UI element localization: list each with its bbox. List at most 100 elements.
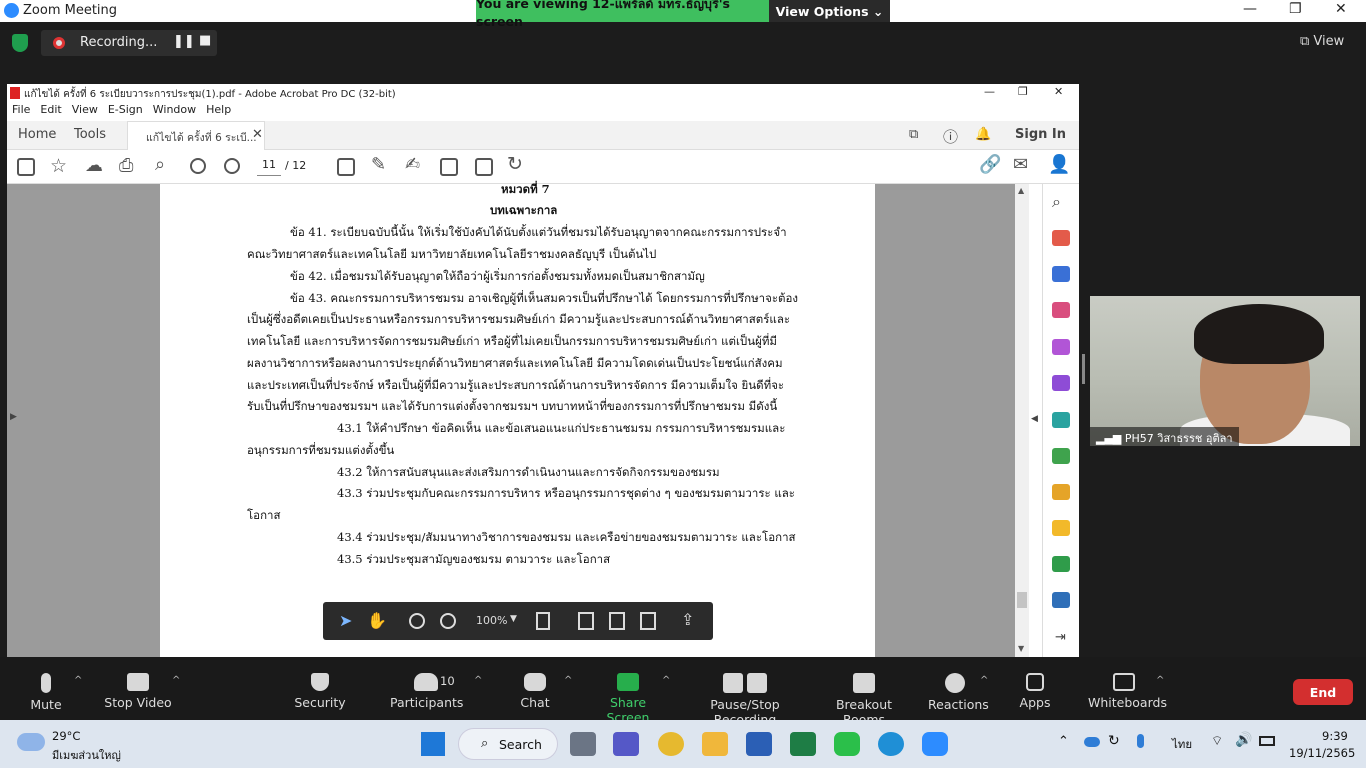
sign-in-button[interactable]: Sign In — [1015, 127, 1066, 142]
line-icon[interactable] — [834, 732, 860, 756]
security-button[interactable]: Security — [292, 667, 348, 710]
acrobat-close-icon[interactable]: ✕ — [1054, 85, 1063, 98]
video-options-caret-icon[interactable]: ^ — [172, 675, 180, 686]
sync-icon[interactable]: ↻ — [1108, 733, 1120, 749]
end-meeting-button[interactable]: End — [1293, 679, 1353, 705]
view-options-button[interactable]: View Options ⌄ — [769, 0, 890, 22]
chrome-icon[interactable] — [658, 732, 684, 756]
video-resize-handle[interactable] — [1082, 354, 1085, 384]
link-icon[interactable]: 🔗 — [979, 154, 1001, 175]
select-arrow-icon[interactable]: ➤ — [339, 611, 352, 630]
share-screen-icon[interactable]: ⧉ — [909, 127, 918, 142]
menu-help[interactable]: Help — [206, 103, 231, 121]
share-upload-icon[interactable]: ⇪ — [681, 610, 694, 629]
zoom-in-icon[interactable] — [440, 613, 456, 629]
menu-esign[interactable]: E-Sign — [108, 103, 143, 121]
volume-icon[interactable]: 🔊 — [1235, 732, 1252, 748]
tray-overflow-icon[interactable]: ⌃ — [1058, 734, 1069, 749]
delete-icon[interactable] — [475, 158, 493, 176]
edit-pdf-tool-icon[interactable] — [1052, 339, 1070, 355]
zoom-out-icon[interactable] — [409, 613, 425, 629]
vertical-scrollbar[interactable]: ▲ ▼ — [1015, 184, 1029, 657]
print-icon[interactable]: ⎙ — [119, 155, 133, 176]
whiteboards-caret-icon[interactable]: ^ — [1156, 675, 1164, 686]
restore-icon[interactable]: ❐ — [1289, 1, 1302, 17]
scroll-thumb[interactable] — [1017, 592, 1027, 608]
scroll-up-icon[interactable]: ▲ — [1018, 186, 1024, 195]
fit-width-icon[interactable] — [609, 612, 625, 630]
zoom-search-icon[interactable]: ⌕ — [155, 154, 165, 175]
audio-options-caret-icon[interactable]: ^ — [74, 675, 82, 686]
create-pdf-icon[interactable] — [1052, 230, 1070, 246]
page-up-icon[interactable] — [190, 158, 206, 174]
acrobat-restore-icon[interactable]: ❐ — [1018, 85, 1028, 98]
windows-start-icon[interactable] — [421, 732, 445, 756]
right-panel-toggle-icon[interactable]: ◀ — [1031, 414, 1038, 424]
view-button[interactable]: ⧉ View — [1300, 34, 1344, 49]
tab-home[interactable]: Home — [18, 127, 56, 142]
zoom-dropdown-icon[interactable]: ▼ — [510, 614, 517, 624]
wifi-icon[interactable]: ⌔ — [1211, 733, 1223, 749]
word-icon[interactable] — [746, 732, 772, 756]
tab-close-icon[interactable]: ✕ — [252, 127, 263, 142]
microphone-tray-icon[interactable] — [1137, 734, 1144, 748]
help-icon[interactable]: ⓘ — [943, 126, 958, 147]
task-view-icon[interactable] — [570, 732, 596, 756]
clock-date[interactable]: 19/11/2565 — [1289, 746, 1355, 760]
fill-sign-tool-icon[interactable] — [1052, 375, 1070, 391]
menu-window[interactable]: Window — [153, 103, 196, 121]
whiteboards-button[interactable]: Whiteboards — [1088, 667, 1167, 710]
apps-button[interactable]: Apps — [1018, 667, 1052, 710]
share-caret-icon[interactable]: ^ — [662, 675, 670, 686]
page-down-icon[interactable] — [224, 158, 240, 174]
highlight-pen-icon[interactable]: ✎ — [371, 154, 386, 175]
protect-icon[interactable] — [1052, 592, 1070, 608]
chat-caret-icon[interactable]: ^ — [564, 675, 572, 686]
participant-video[interactable]: ▂▄▆ PH57 วิสาธรรช อุติลา — [1090, 296, 1360, 446]
save-icon[interactable] — [17, 158, 35, 176]
taskbar-search[interactable]: ⌕ Search — [458, 728, 558, 760]
chat-button[interactable]: Chat — [518, 667, 552, 710]
close-icon[interactable]: ✕ — [1335, 1, 1347, 17]
collapse-panel-icon[interactable]: ⇥ — [1055, 630, 1066, 645]
scan-ocr-icon[interactable] — [1052, 484, 1070, 500]
excel-icon[interactable] — [790, 732, 816, 756]
pause-stop-recording-button[interactable]: Pause/Stop Recording — [684, 667, 806, 727]
reactions-caret-icon[interactable]: ^ — [980, 675, 988, 686]
clock-time[interactable]: 9:39 — [1322, 729, 1348, 743]
page-view-icon[interactable] — [536, 612, 550, 630]
rotate-icon[interactable]: ↻ — [507, 153, 523, 175]
request-esign-icon[interactable] — [1052, 412, 1070, 428]
print-production-icon[interactable] — [1052, 556, 1070, 572]
comment-tool-icon[interactable] — [1052, 520, 1070, 536]
fit-page-icon[interactable] — [578, 612, 594, 630]
export-pdf-icon[interactable] — [1052, 266, 1070, 282]
scroll-down-icon[interactable]: ▼ — [1018, 644, 1024, 653]
stop-recording-icon[interactable]: ■ — [199, 33, 211, 48]
mute-button[interactable]: Mute — [26, 667, 66, 712]
participants-caret-icon[interactable]: ^ — [474, 675, 482, 686]
edit-pdf-icon[interactable] — [440, 158, 458, 176]
hand-tool-icon[interactable]: ✋ — [367, 611, 387, 630]
weather-description[interactable]: มีเมฆส่วนใหญ่ — [52, 746, 121, 764]
fullscreen-icon[interactable] — [640, 612, 656, 630]
zoom-taskbar-icon[interactable] — [922, 732, 948, 756]
file-explorer-icon[interactable] — [702, 732, 728, 756]
weather-temperature[interactable]: 29°C — [52, 729, 80, 743]
add-user-icon[interactable]: 👤 — [1048, 154, 1070, 175]
upload-cloud-icon[interactable]: ☁ — [85, 155, 103, 176]
page-number-input[interactable]: 11 — [257, 158, 281, 176]
organize-pages-icon[interactable] — [1052, 302, 1070, 318]
tab-document[interactable]: แก้ไขได้ ครั้งที่ 6 ระเบี... ✕ — [127, 121, 265, 150]
fill-sign-icon[interactable]: ✍ — [405, 154, 420, 175]
left-panel-toggle-icon[interactable]: ▶ — [10, 412, 17, 422]
zoom-level[interactable]: 100% — [476, 614, 507, 627]
notification-bell-icon[interactable]: 🔔 — [975, 127, 991, 142]
onedrive-icon[interactable] — [1084, 737, 1100, 747]
menu-view[interactable]: View — [72, 103, 98, 121]
battery-icon[interactable] — [1259, 736, 1275, 746]
breakout-rooms-button[interactable]: Breakout Rooms — [818, 667, 910, 727]
menu-file[interactable]: File — [12, 103, 30, 121]
edge-icon[interactable] — [878, 732, 904, 756]
teams-chat-icon[interactable] — [613, 732, 639, 756]
